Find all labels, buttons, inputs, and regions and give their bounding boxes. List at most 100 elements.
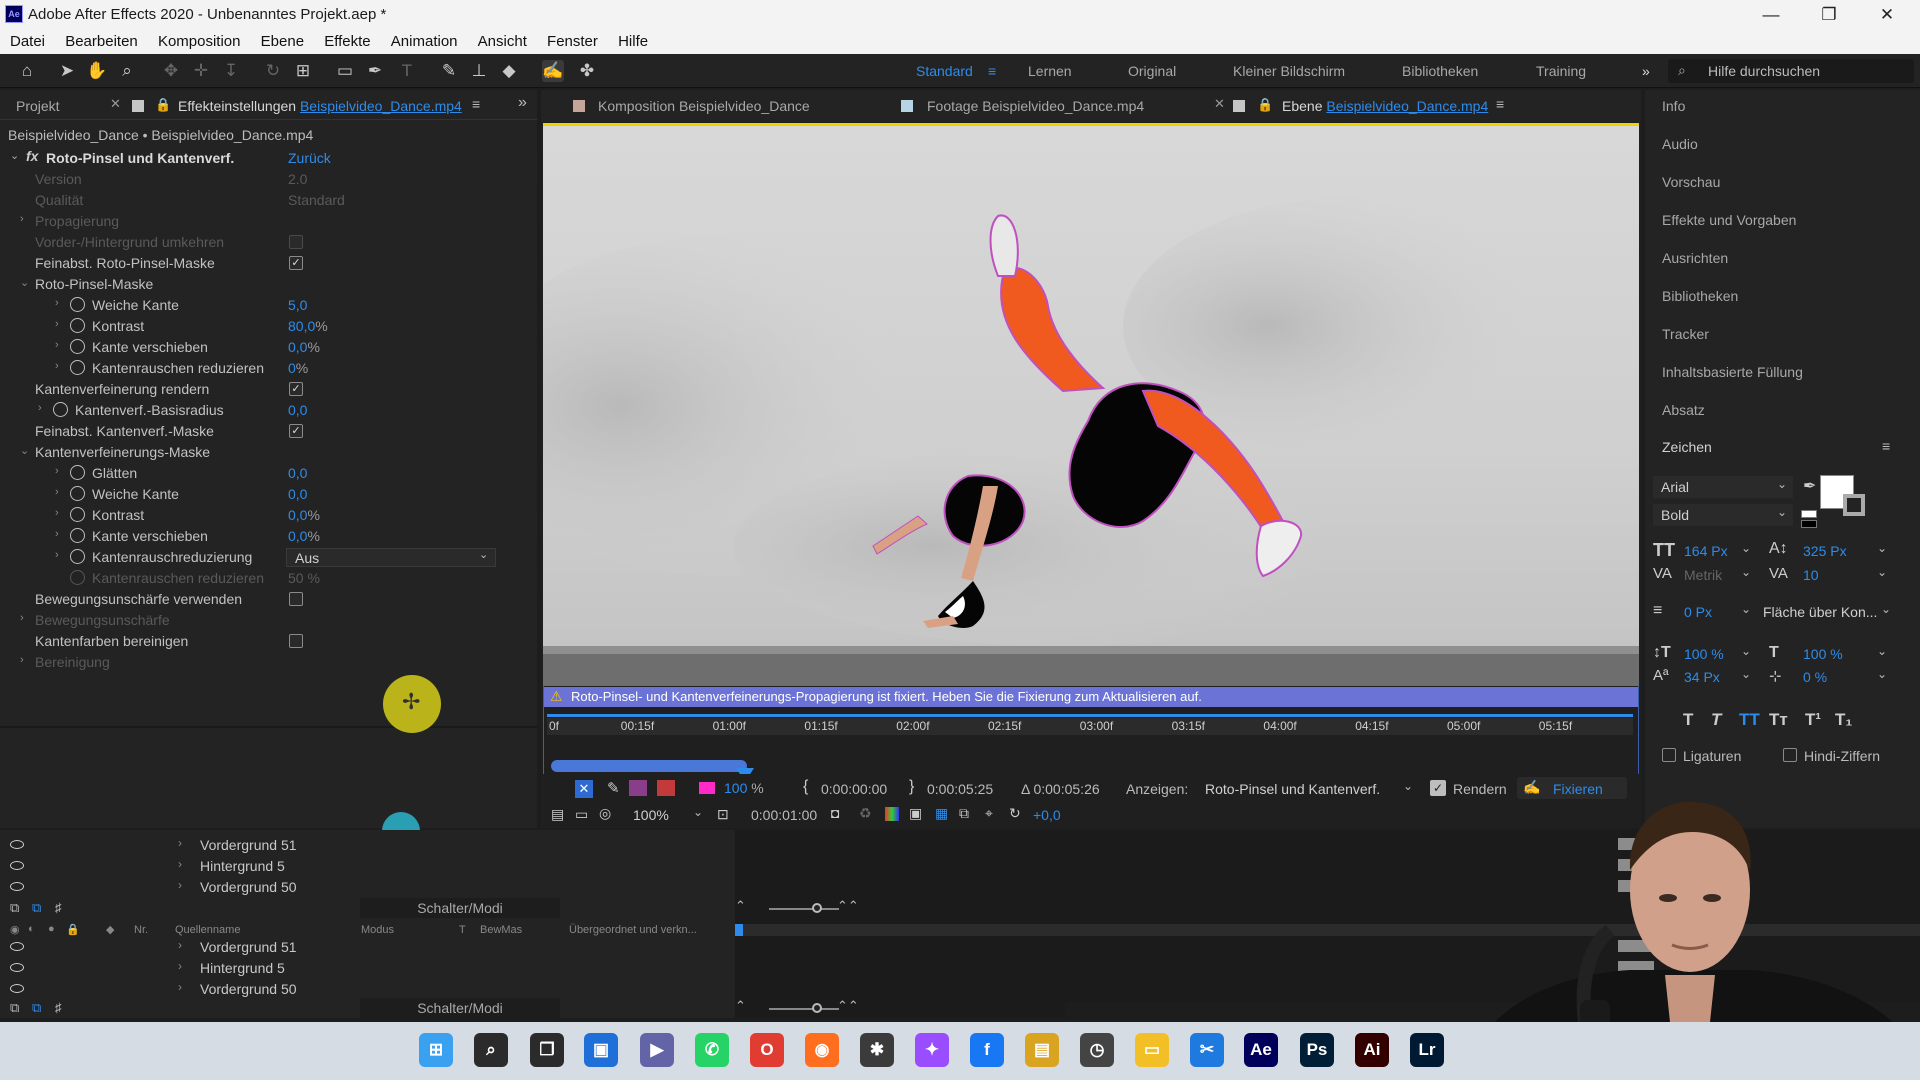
workspace-more-icon[interactable]: » <box>1642 63 1650 79</box>
close-button[interactable]: ✕ <box>1864 2 1910 28</box>
clock-app-icon[interactable]: ◷ <box>1080 1033 1114 1067</box>
fx-checkbox[interactable]: ✓ <box>289 424 303 438</box>
panel-item-audio[interactable]: Audio <box>1662 136 1698 152</box>
roto-toggle-icon[interactable]: ✕ <box>575 780 593 798</box>
stopwatch-icon[interactable] <box>70 486 85 501</box>
fx-row-refine-feather[interactable]: › Weiche Kante 0,0 <box>0 484 535 505</box>
column-source-name[interactable]: Quellenname <box>175 924 240 936</box>
menu-ansicht[interactable]: Ansicht <box>468 30 527 50</box>
all-caps-button[interactable]: TT <box>1739 710 1760 730</box>
chevron-down-icon[interactable]: ⌄ <box>1877 565 1887 579</box>
eyedropper-icon[interactable]: ✒ <box>1803 476 1816 496</box>
illustrator-icon[interactable]: Ai <box>1355 1033 1389 1067</box>
workspace-lernen[interactable]: Lernen <box>1028 63 1072 79</box>
panel-menu-icon[interactable]: ≡ <box>1496 96 1504 112</box>
stopwatch-icon[interactable] <box>70 528 85 543</box>
fx-checkbox[interactable] <box>289 634 303 648</box>
eye-icon[interactable] <box>10 840 24 849</box>
chevron-down-icon[interactable]: ⌄ <box>1741 667 1751 681</box>
chevron-down-icon[interactable]: ⌄ <box>1741 602 1751 616</box>
type-tool-icon[interactable]: T <box>396 60 418 82</box>
panel-item-bibliotheken[interactable]: Bibliotheken <box>1662 288 1738 304</box>
teams-chat-icon[interactable]: ▶ <box>640 1033 674 1067</box>
workspace-original[interactable]: Original <box>1128 63 1176 79</box>
composition-mini-icon[interactable]: ⧉ <box>10 1000 19 1016</box>
tracking-value[interactable]: 10 <box>1803 567 1819 583</box>
leading-value[interactable]: 325 Px <box>1803 543 1847 559</box>
reset-exposure-icon[interactable]: ↻ <box>1009 805 1021 822</box>
faux-italic-button[interactable]: T <box>1711 710 1721 730</box>
eye-icon[interactable] <box>10 882 24 891</box>
capcut-icon[interactable]: ✂ <box>1190 1033 1224 1067</box>
column-t[interactable]: T <box>459 924 466 936</box>
fx-row-refine-shift-edge[interactable]: › Kante verschieben 0,0% <box>0 526 535 547</box>
font-size-value[interactable]: 164 Px <box>1684 543 1728 559</box>
chevron-right-icon[interactable]: › <box>20 612 24 624</box>
chevron-right-icon[interactable]: › <box>20 654 24 666</box>
chevron-down-icon[interactable]: ⌄ <box>10 149 19 162</box>
vr-icon[interactable]: ◎ <box>599 805 611 822</box>
fx-row-quality[interactable]: Qualität Standard <box>0 190 535 211</box>
stopwatch-icon[interactable] <box>70 339 85 354</box>
fx-value[interactable]: 0,0 <box>288 402 307 418</box>
eye-icon[interactable] <box>10 861 24 870</box>
chevron-right-icon[interactable]: › <box>55 339 59 351</box>
small-caps-button[interactable]: Tт <box>1769 710 1788 730</box>
chevron-right-icon[interactable]: › <box>55 507 59 519</box>
clone-stamp-icon[interactable]: ⊥ <box>468 60 490 82</box>
graph-editor-icon[interactable]: ♯ <box>55 1000 62 1015</box>
stroke-width-value[interactable]: 0 Px <box>1684 604 1712 620</box>
hand-tool-icon[interactable]: ✋ <box>86 60 108 82</box>
chevron-right-icon[interactable]: › <box>55 297 59 309</box>
chevron-down-icon[interactable]: ⌄ <box>1877 644 1887 658</box>
fx-value[interactable]: 0,0 <box>288 486 307 502</box>
fx-value[interactable]: 0,0 <box>288 465 307 481</box>
chevron-right-icon[interactable]: › <box>178 980 182 994</box>
overlay-view-icon[interactable] <box>657 780 675 796</box>
photoshop-icon[interactable]: Ps <box>1300 1033 1334 1067</box>
brush-tool-icon[interactable]: ✎ <box>438 60 460 82</box>
fx-row-refine-edge-base-radius[interactable]: › Kantenverf.-Basisradius 0,0 <box>0 400 535 421</box>
stroke-type-dropdown[interactable]: Fläche über Kon... ⌄ <box>1755 601 1917 623</box>
expand-panels-icon[interactable]: » <box>518 94 527 112</box>
stopwatch-icon[interactable] <box>70 297 85 312</box>
pin-icon[interactable]: ✎ <box>607 779 620 797</box>
fx-row-decontamination-group[interactable]: › Bereinigung <box>0 652 535 673</box>
tab-layer[interactable]: Ebene Beispielvideo_Dance.mp4 <box>1282 98 1488 114</box>
alpha-view-icon[interactable] <box>629 780 647 796</box>
fx-row-propagation-group[interactable]: › Propagierung <box>0 211 535 232</box>
panel-menu-icon[interactable]: ≡ <box>1882 438 1890 454</box>
home-icon[interactable]: ⌂ <box>16 60 38 82</box>
vertical-scale-value[interactable]: 100 % <box>1684 646 1724 662</box>
fx-row-refine-contrast[interactable]: › Kontrast 0,0% <box>0 505 535 526</box>
chevron-down-icon[interactable]: ⌄ <box>1403 779 1413 793</box>
selection-tool-icon[interactable]: ➤ <box>56 60 78 82</box>
layer-time-ruler[interactable]: 0f 00:15f 01:00f 01:15f 02:00f 02:15f 03:00f 03… <box>547 710 1637 738</box>
fx-checkbox[interactable] <box>289 592 303 606</box>
out-time[interactable]: 0:00:05:25 <box>927 781 993 797</box>
fx-checkbox[interactable] <box>289 235 303 249</box>
chevron-down-icon[interactable]: ⌄ <box>1741 565 1751 579</box>
zoom-in-icon[interactable]: ⌃⌃ <box>837 898 859 914</box>
after-effects-icon[interactable]: Ae <box>1244 1033 1278 1067</box>
pen-tool-icon[interactable]: ✒ <box>364 60 386 82</box>
baseline-shift-value[interactable]: 34 Px <box>1684 669 1720 685</box>
rectangle-tool-icon[interactable]: ▭ <box>334 60 356 82</box>
timeline-zoom-slider-track[interactable] <box>769 908 839 910</box>
stopwatch-icon[interactable] <box>70 465 85 480</box>
fx-row-contrast[interactable]: › Kontrast 80,0% <box>0 316 535 337</box>
fx-row-shift-edge[interactable]: › Kante verschieben 0,0% <box>0 337 535 358</box>
composition-mini-icon[interactable]: ⧉ <box>10 900 19 916</box>
chevron-down-icon[interactable]: ⌄ <box>1741 541 1751 555</box>
column-trkmat[interactable]: BewMas <box>480 924 522 936</box>
panel-item-vorschau[interactable]: Vorschau <box>1662 174 1720 190</box>
panel-item-tracker[interactable]: Tracker <box>1662 326 1709 342</box>
lock-icon[interactable]: 🔒 <box>1257 97 1273 113</box>
firefox-icon[interactable]: ◉ <box>805 1033 839 1067</box>
fx-row-edge-chatter-reduction[interactable]: › Kantenrauschreduzierung Aus ⌄ <box>0 547 535 568</box>
menu-animation[interactable]: Animation <box>381 30 458 50</box>
fx-row-feather[interactable]: › Weiche Kante 5,0 <box>0 295 535 316</box>
fx-value[interactable]: 5,0 <box>288 297 307 313</box>
timeline-layer-row[interactable]: › Vordergrund 50 <box>0 978 735 999</box>
fx-row-use-motion-blur[interactable]: Bewegungsunschärfe verwenden <box>0 589 535 610</box>
